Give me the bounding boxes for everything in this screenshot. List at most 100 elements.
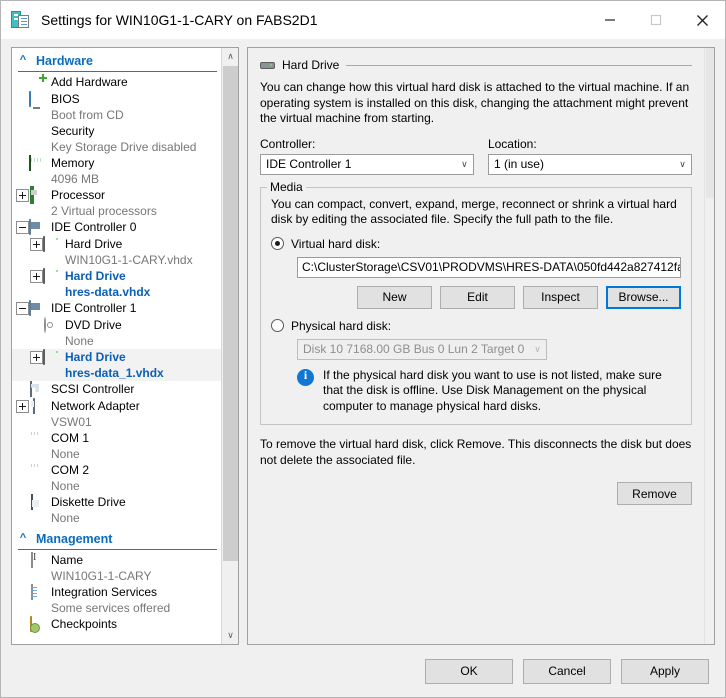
settings-tree[interactable]: ^ Hardware Add Hardware BIOS Boot from C… <box>11 47 239 645</box>
expander-toggle[interactable] <box>30 238 43 251</box>
scrollbar-thumb[interactable] <box>706 48 714 198</box>
tree-item-label: BIOS <box>51 92 80 106</box>
tree-item-hard-drive-win10[interactable]: Hard Drive WIN10G1-1-CARY.vhdx <box>12 236 221 268</box>
tree-item-label: Security <box>51 124 95 138</box>
hard-drive-icon <box>260 61 275 69</box>
tree-item-sublabel: hres-data.vhdx <box>65 285 151 299</box>
add-hardware-icon <box>29 75 46 90</box>
expander-toggle[interactable] <box>30 351 43 364</box>
inspect-button[interactable]: Inspect <box>523 285 598 309</box>
tree-item-add-hardware[interactable]: Add Hardware <box>12 74 221 91</box>
virtual-hard-disk-radio-row[interactable]: Virtual hard disk: <box>271 237 681 251</box>
window-title: Settings for WIN10G1-1-CARY on FABS2D1 <box>41 12 318 28</box>
tree-item-sublabel: Some services offered <box>51 601 171 615</box>
diskette-drive-icon <box>29 494 46 510</box>
tree-item-name[interactable]: Name WIN10G1-1-CARY <box>12 552 221 584</box>
tree-item-processor[interactable]: Processor 2 Virtual processors <box>12 186 221 219</box>
detail-scrollbar[interactable] <box>704 48 714 644</box>
tree-item-label: DVD Drive <box>65 318 122 332</box>
section-divider <box>18 71 217 72</box>
controller-dropdown[interactable]: IDE Controller 1 ∨ <box>260 153 474 175</box>
tree-item-diskette-drive[interactable]: Diskette Drive None <box>12 494 221 526</box>
dialog-body: ^ Hardware Add Hardware BIOS Boot from C… <box>1 39 725 645</box>
dvd-drive-icon <box>43 317 60 333</box>
tree-item-sublabel: None <box>65 334 94 348</box>
physical-hard-disk-radio-row[interactable]: Physical hard disk: <box>271 319 681 333</box>
media-description: You can compact, convert, expand, merge,… <box>271 196 677 227</box>
minimize-button[interactable] <box>587 1 633 39</box>
tree-item-ide-controller-0[interactable]: IDE Controller 0 <box>12 219 221 236</box>
tree-item-memory[interactable]: Memory 4096 MB <box>12 155 221 187</box>
window-controls <box>587 1 725 39</box>
tree-item-checkpoints[interactable]: Checkpoints <box>12 616 221 633</box>
expander <box>16 125 29 138</box>
scrollbar-thumb[interactable] <box>223 66 238 561</box>
tree-item-scsi-controller[interactable]: SCSI Controller <box>12 381 221 398</box>
virtual-hard-disk-radio[interactable] <box>271 237 284 250</box>
remove-button[interactable]: Remove <box>617 482 692 505</box>
tree-item-label: Add Hardware <box>51 75 128 89</box>
media-group-legend: Media <box>267 179 306 194</box>
expander <box>30 319 43 332</box>
section-header-hardware[interactable]: ^ Hardware <box>12 51 221 70</box>
close-button[interactable] <box>679 1 725 39</box>
controller-value: IDE Controller 1 <box>266 157 352 171</box>
remove-note: To remove the virtual hard disk, click R… <box>260 437 692 467</box>
network-adapter-icon <box>29 398 46 414</box>
expander-toggle[interactable] <box>16 400 29 413</box>
title-bar: Settings for WIN10G1-1-CARY on FABS2D1 <box>1 1 725 39</box>
section-header-management[interactable]: ^ Management <box>12 529 221 548</box>
settings-detail-pane: Hard Drive You can change how this virtu… <box>247 47 715 645</box>
hard-drive-icon <box>43 236 60 252</box>
section-title: Management <box>36 531 113 546</box>
expander-toggle[interactable] <box>16 221 29 234</box>
tree-item-hard-drive-hres-data-1[interactable]: Hard Drive hres-data_1.vhdx <box>12 349 221 381</box>
edit-button[interactable]: Edit <box>440 285 515 309</box>
scsi-controller-icon <box>29 381 46 397</box>
chevron-up-icon: ^ <box>19 54 27 66</box>
tree-item-sublabel: None <box>51 447 80 461</box>
vhd-path-input[interactable]: C:\ClusterStorage\CSV01\PRODVMS\HRES-DAT… <box>297 256 681 278</box>
tree-item-label: IDE Controller 0 <box>51 220 137 234</box>
cancel-button[interactable]: Cancel <box>523 658 611 684</box>
expander-toggle[interactable] <box>16 189 29 202</box>
name-icon <box>29 552 46 568</box>
panel-description: You can change how this virtual hard dis… <box>260 80 690 125</box>
physical-disk-dropdown: Disk 10 7168.00 GB Bus 0 Lun 2 Target 0 … <box>297 338 547 360</box>
physical-hard-disk-radio[interactable] <box>271 319 284 332</box>
expander-toggle[interactable] <box>30 270 43 283</box>
new-button[interactable]: New <box>357 285 432 309</box>
hard-drive-icon <box>43 349 60 365</box>
tree-scrollbar[interactable]: ∧ ∨ <box>221 48 238 644</box>
ok-button[interactable]: OK <box>425 658 513 684</box>
maximize-button[interactable] <box>633 1 679 39</box>
browse-button[interactable]: Browse... <box>606 285 681 309</box>
expander <box>16 432 29 445</box>
tree-item-integration-services[interactable]: Integration Services Some services offer… <box>12 584 221 616</box>
tree-item-label: Network Adapter <box>51 399 140 413</box>
scroll-down-icon[interactable]: ∨ <box>222 627 238 644</box>
panel-header: Hard Drive <box>260 58 692 72</box>
apply-button[interactable]: Apply <box>621 658 709 684</box>
tree-item-com-2[interactable]: COM 2 None <box>12 462 221 494</box>
expander <box>16 157 29 170</box>
tree-item-hard-drive-hres-data[interactable]: Hard Drive hres-data.vhdx <box>12 268 221 300</box>
controller-label: Controller: <box>260 136 316 151</box>
tree-item-sublabel: Boot from CD <box>51 108 124 122</box>
tree-item-com-1[interactable]: COM 1 None <box>12 430 221 462</box>
tree-item-security[interactable]: Security Key Storage Drive disabled <box>12 123 221 155</box>
expander <box>16 618 29 631</box>
location-dropdown[interactable]: 1 (in use) ∨ <box>487 153 692 175</box>
tree-item-bios[interactable]: BIOS Boot from CD <box>12 91 221 123</box>
tree-item-network-adapter[interactable]: Network Adapter VSW01 <box>12 398 221 430</box>
expander <box>16 76 29 89</box>
media-button-row: New Edit Inspect Browse... <box>297 285 681 309</box>
tree-item-ide-controller-1[interactable]: IDE Controller 1 <box>12 300 221 317</box>
header-divider <box>346 64 692 66</box>
scroll-up-icon[interactable]: ∧ <box>222 48 238 65</box>
tree-item-dvd-drive[interactable]: DVD Drive None <box>12 317 221 349</box>
tree-item-label: Memory <box>51 156 95 170</box>
expander-toggle[interactable] <box>16 302 29 315</box>
detail-content: Hard Drive You can change how this virtu… <box>248 48 704 644</box>
physical-disk-info: If the physical hard disk you want to us… <box>297 368 681 415</box>
